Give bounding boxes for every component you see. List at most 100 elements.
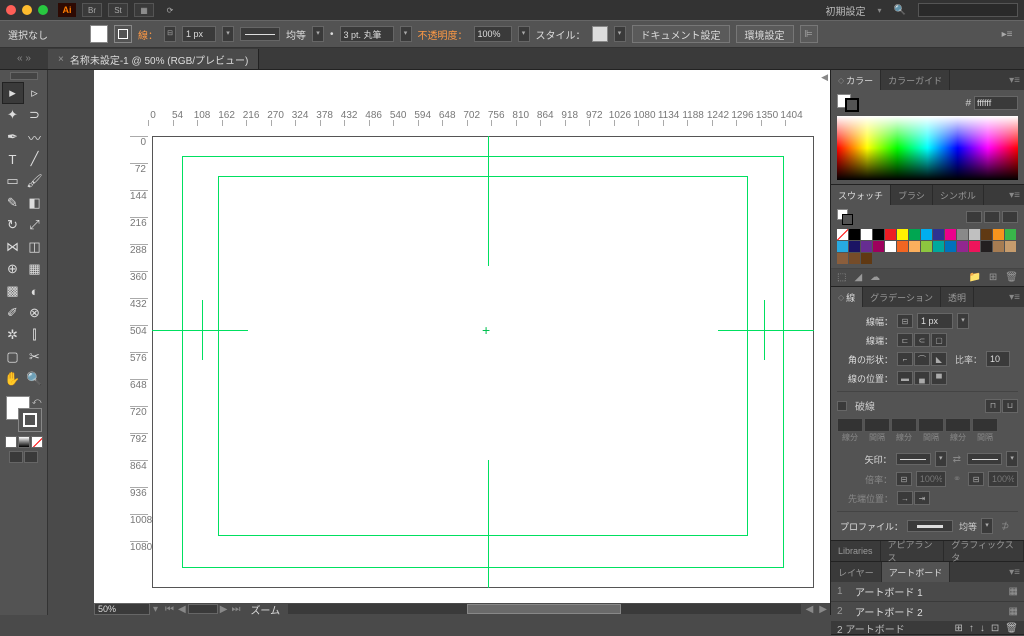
panel-menu-icon[interactable]: ▾≡ xyxy=(1005,190,1024,201)
normal-screen-icon[interactable] xyxy=(9,451,23,463)
swatch[interactable] xyxy=(957,229,968,240)
miter-limit-input[interactable] xyxy=(986,351,1010,367)
gpu-icon[interactable]: ⟳ xyxy=(160,3,180,17)
swatch[interactable] xyxy=(1005,229,1016,240)
swatch[interactable] xyxy=(945,229,956,240)
dash-input[interactable] xyxy=(945,418,971,432)
brush-input[interactable] xyxy=(340,26,394,42)
vertical-ruler[interactable]: 0721442162883604325045766487207928649361… xyxy=(130,136,148,595)
swatch[interactable] xyxy=(849,241,860,252)
swap-fill-stroke-icon[interactable]: ⤺ xyxy=(32,396,42,407)
cap-round-icon[interactable]: ⊂ xyxy=(914,333,930,347)
artboard-options-icon[interactable]: ▦ xyxy=(1009,586,1018,597)
dropdown-icon[interactable]: ▾ xyxy=(935,451,947,467)
shaper-tool[interactable]: ✎ xyxy=(2,192,24,214)
align-inside-icon[interactable]: ▄ xyxy=(914,371,930,385)
tip-extend-icon[interactable]: → xyxy=(897,491,913,505)
new-group-icon[interactable]: 📁 xyxy=(968,272,980,283)
link-icon[interactable]: ⚭ xyxy=(953,474,961,485)
stepper-icon[interactable]: ⊟ xyxy=(968,472,984,486)
next-icon[interactable]: ▶ xyxy=(220,604,228,615)
swatch[interactable] xyxy=(885,241,896,252)
curvature-tool[interactable]: 〰 xyxy=(24,126,46,148)
join-miter-icon[interactable]: ⌐ xyxy=(897,352,913,366)
opacity-dropdown[interactable]: ▾ xyxy=(518,26,530,42)
list-view-icon[interactable] xyxy=(966,211,982,223)
zoom-input[interactable] xyxy=(94,603,150,615)
stroke-width-input[interactable] xyxy=(182,26,216,42)
swatch[interactable] xyxy=(861,241,872,252)
stroke-stepper[interactable]: ⊟ xyxy=(164,26,176,42)
preferences-button[interactable]: 環境設定 xyxy=(736,25,794,43)
swatch[interactable] xyxy=(897,229,908,240)
swatch[interactable] xyxy=(921,229,932,240)
tab-arrange-icon[interactable]: « » xyxy=(0,47,48,69)
width-tool[interactable]: ⋈ xyxy=(2,236,24,258)
scroll-right-icon[interactable]: ▶ xyxy=(816,604,830,615)
lasso-tool[interactable]: ⊃ xyxy=(24,104,46,126)
artboard-row[interactable]: 1アートボード 1▦ xyxy=(831,582,1024,602)
eyedropper-tool[interactable]: ✐ xyxy=(2,302,24,324)
swatch-none[interactable] xyxy=(837,229,848,240)
swatch[interactable] xyxy=(837,241,848,252)
swatch-fill-stroke[interactable] xyxy=(837,209,853,225)
dash-preserve-icon[interactable]: ⊓ xyxy=(985,399,1001,413)
stroke-color-icon[interactable] xyxy=(18,408,42,432)
swatch[interactable] xyxy=(861,229,872,240)
swatch[interactable] xyxy=(933,229,944,240)
panel-menu-icon[interactable]: ▸≡ xyxy=(998,25,1016,43)
document-tab[interactable]: × 名称未設定-1 @ 50% (RGB/プレビュー) xyxy=(48,49,259,69)
chevron-down-icon[interactable]: ▾ xyxy=(150,604,161,615)
rearrange-icon[interactable]: ⊞ xyxy=(955,623,963,634)
color-spectrum[interactable] xyxy=(837,116,1018,180)
guide[interactable] xyxy=(152,330,248,331)
perspective-tool[interactable]: ▦ xyxy=(24,258,46,280)
direct-selection-tool[interactable]: ▹ xyxy=(24,82,46,104)
stock-button[interactable]: St xyxy=(108,3,128,17)
pen-tool[interactable]: ✒ xyxy=(2,126,24,148)
graph-tool[interactable]: ⫿ xyxy=(24,324,46,346)
tip-flush-icon[interactable]: ⇥ xyxy=(914,491,930,505)
collapse-dock-icon[interactable]: ◀ xyxy=(821,72,828,83)
new-artboard-icon[interactable]: ⊡ xyxy=(991,623,999,634)
swatch[interactable] xyxy=(969,229,980,240)
swap-arrows-icon[interactable]: ⇄ xyxy=(953,454,961,465)
align-button[interactable]: ⊫ xyxy=(800,25,818,43)
paintbrush-tool[interactable]: 🖌 xyxy=(24,170,46,192)
swatch[interactable] xyxy=(873,229,884,240)
gradient-mode-icon[interactable] xyxy=(18,436,30,448)
swatch[interactable] xyxy=(909,229,920,240)
guide[interactable] xyxy=(718,330,814,331)
align-outside-icon[interactable]: ▀ xyxy=(931,371,947,385)
profile-dropdown[interactable]: ▾ xyxy=(312,26,324,42)
swatch[interactable] xyxy=(897,241,908,252)
swatch[interactable] xyxy=(861,253,872,264)
guide-rect-inner[interactable] xyxy=(218,176,748,536)
arrow-end[interactable] xyxy=(967,453,1002,465)
delete-icon[interactable]: 🗑 xyxy=(1005,272,1018,283)
line-tool[interactable]: ╱ xyxy=(24,148,46,170)
swatch[interactable] xyxy=(1005,241,1016,252)
panel-menu-icon[interactable]: ▾≡ xyxy=(1005,292,1024,303)
document-setup-button[interactable]: ドキュメント設定 xyxy=(632,25,730,43)
swatch[interactable] xyxy=(993,229,1004,240)
horizontal-ruler[interactable] xyxy=(148,120,810,134)
tab-libraries[interactable]: Libraries xyxy=(831,541,881,561)
swatch[interactable] xyxy=(969,241,980,252)
tab-transparency[interactable]: 透明 xyxy=(941,287,974,307)
cloud-icon[interactable]: ☁ xyxy=(870,272,880,283)
artboard-nav-input[interactable] xyxy=(188,604,218,614)
tab-graphic-styles[interactable]: グラフィックスタ xyxy=(944,541,1024,561)
mini-fill-stroke[interactable] xyxy=(837,94,859,112)
stroke-width-dropdown[interactable]: ▾ xyxy=(222,26,234,42)
full-screen-icon[interactable] xyxy=(24,451,38,463)
artboard-row[interactable]: 2アートボード 2▦ xyxy=(831,602,1024,622)
fill-stroke-control[interactable]: ⤺ xyxy=(6,396,42,432)
library-icon[interactable]: ⬚ xyxy=(837,272,846,283)
scroll-left-icon[interactable]: ◀ xyxy=(803,604,817,615)
swatch[interactable] xyxy=(921,241,932,252)
none-mode-icon[interactable] xyxy=(31,436,43,448)
magic-wand-tool[interactable]: ✦ xyxy=(2,104,24,126)
tab-gradient[interactable]: グラデーション xyxy=(863,287,941,307)
next-artboard-icon[interactable]: ⏭ xyxy=(227,604,244,615)
